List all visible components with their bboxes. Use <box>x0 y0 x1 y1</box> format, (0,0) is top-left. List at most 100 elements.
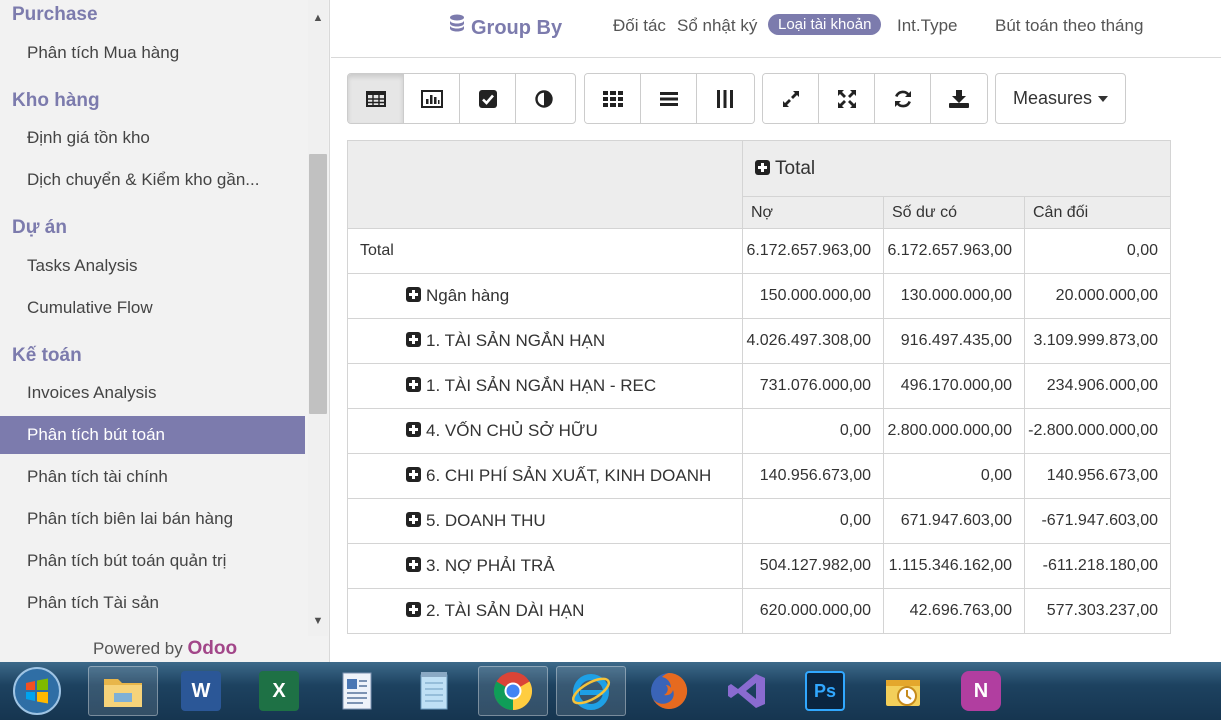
pivot-row: 6. CHI PHÍ SẢN XUẤT, KINH DOANH 140.956.… <box>347 453 1171 499</box>
pivot-cell: 3.109.999.873,00 <box>1024 318 1171 364</box>
pivot-cell: 731.076.000,00 <box>742 363 884 409</box>
chrome-icon <box>493 672 533 711</box>
taskbar-onenote[interactable]: N <box>946 666 1016 716</box>
groupby-title-label: Group By <box>471 17 563 39</box>
caret-down-icon <box>1098 95 1109 102</box>
groupby-option-but-toan-theo-thang[interactable]: Bút toán theo tháng <box>995 16 1143 36</box>
pivot-cell: 496.170.000,00 <box>883 363 1025 409</box>
columns-view-button[interactable] <box>697 74 753 123</box>
taskbar-word[interactable]: W <box>166 666 236 716</box>
sidebar-item-phan-tich-but-toan-quan-tri[interactable]: Phân tích bút toán quản trị <box>0 542 305 580</box>
visual-studio-icon <box>728 674 765 708</box>
sidebar-item-dich-chuyen-kiem-kho[interactable]: Dịch chuyển & Kiểm kho gần... <box>0 161 305 199</box>
pivot-row-header[interactable]: 1. TÀI SẢN NGẮN HẠN - REC <box>347 363 743 409</box>
groupby-option-int-type[interactable]: Int.Type <box>897 16 957 36</box>
pivot-col-header-so-du-co[interactable]: Số dư có <box>883 196 1025 229</box>
plus-square-icon[interactable] <box>406 557 421 572</box>
taskbar-excel[interactable]: X <box>244 666 314 716</box>
sidebar-item-tasks-analysis[interactable]: Tasks Analysis <box>0 247 305 285</box>
grid-view-button[interactable] <box>585 74 641 123</box>
measures-dropdown[interactable]: Measures <box>995 73 1126 124</box>
pivot-row-label: 5. DOANH THU <box>426 511 546 530</box>
plus-square-icon[interactable] <box>406 422 421 437</box>
sidebar-scrollbar-thumb[interactable] <box>309 154 327 414</box>
plus-square-icon[interactable] <box>406 332 421 347</box>
sidebar-item-phan-tich-but-toan[interactable]: Phân tích bút toán <box>0 416 305 454</box>
sidebar-section-kho-hang[interactable]: Kho hàng <box>12 90 100 112</box>
taskbar-photoshop[interactable]: Ps <box>790 666 860 716</box>
rows-view-button[interactable] <box>641 74 697 123</box>
bar-chart-button[interactable] <box>404 74 460 123</box>
plus-square-icon[interactable] <box>755 159 770 175</box>
plus-square-icon[interactable] <box>406 512 421 527</box>
fullscreen-button[interactable] <box>819 74 875 123</box>
pivot-col-header-can-doi[interactable]: Cân đối <box>1024 196 1171 229</box>
taskbar-internet-explorer[interactable] <box>556 666 626 716</box>
pivot-row-label: 1. TÀI SẢN NGẮN HẠN <box>426 331 606 350</box>
pivot-row-header[interactable]: 6. CHI PHÍ SẢN XUẤT, KINH DOANH <box>347 453 743 499</box>
pie-chart-button[interactable] <box>516 74 572 123</box>
check-square-icon <box>478 89 497 108</box>
sidebar-section-du-an[interactable]: Dự án <box>12 217 67 239</box>
taskbar-visual-studio[interactable] <box>712 666 782 716</box>
taskbar-file-explorer[interactable] <box>88 666 158 716</box>
pivot-row: 5. DOANH THU 0,00 671.947.603,00 -671.94… <box>347 498 1171 544</box>
expand-button[interactable] <box>763 74 819 123</box>
pivot-cell: 140.956.673,00 <box>742 453 884 499</box>
download-button[interactable] <box>931 74 987 123</box>
database-icon <box>449 14 465 40</box>
refresh-button[interactable] <box>875 74 931 123</box>
pivot-col-group-header[interactable]: Total <box>742 140 1171 197</box>
powered-by-text: Powered by <box>92 639 183 658</box>
taskbar-document[interactable] <box>322 666 392 716</box>
plus-square-icon[interactable] <box>406 377 421 392</box>
pivot-row: 1. TÀI SẢN NGẮN HẠN - REC 731.076.000,00… <box>347 363 1171 409</box>
start-button[interactable] <box>2 666 72 716</box>
pivot-row-header[interactable]: 5. DOANH THU <box>347 498 743 544</box>
document-icon <box>342 672 372 710</box>
plus-square-icon[interactable] <box>406 287 421 302</box>
layout-group <box>584 73 755 124</box>
pivot-row-header[interactable]: 4. VỐN CHỦ SỞ HỮU <box>347 408 743 454</box>
pivot-table: Total Nợ Số dư có Cân đối Total 6.172.65… <box>347 140 1171 634</box>
scroll-down-arrow-icon[interactable]: ▼ <box>310 613 326 629</box>
pivot-row-header[interactable]: 1. TÀI SẢN NGẮN HẠN <box>347 318 743 364</box>
pivot-row-header[interactable]: Ngân hàng <box>347 273 743 319</box>
scroll-up-arrow-icon[interactable]: ▲ <box>310 10 326 26</box>
odoo-logo[interactable]: Odoo <box>187 638 237 659</box>
pivot-cell: 671.947.603,00 <box>883 498 1025 544</box>
groupby-option-doi-tac[interactable]: Đối tác <box>613 16 666 36</box>
pivot-cell: 1.115.346.162,00 <box>883 543 1025 589</box>
pivot-cell: 620.000.000,00 <box>742 588 884 634</box>
sidebar-item-phan-tich-tai-chinh[interactable]: Phân tích tài chính <box>0 458 305 496</box>
groupby-option-so-nhat-ky[interactable]: Sổ nhật ký <box>677 16 757 36</box>
taskbar-outlook[interactable] <box>868 666 938 716</box>
pivot-cell: 6.172.657.963,00 <box>742 228 884 274</box>
pivot-row-header[interactable]: 3. NỢ PHẢI TRẢ <box>347 543 743 589</box>
windows-logo-icon <box>13 667 61 715</box>
pivot-row-header-total[interactable]: Total <box>347 228 743 274</box>
pivot-table-button[interactable] <box>348 74 404 123</box>
sidebar-item-phan-tich-bien-lai[interactable]: Phân tích biên lai bán hàng <box>0 500 305 538</box>
pivot-row-header[interactable]: 2. TÀI SẢN DÀI HẠN <box>347 588 743 634</box>
bars-icon <box>659 91 678 106</box>
pivot-cell: -611.218.180,00 <box>1024 543 1171 589</box>
taskbar-chrome[interactable] <box>478 666 548 716</box>
plus-square-icon[interactable] <box>406 602 421 617</box>
sidebar-item-dinh-gia-ton-kho[interactable]: Định giá tồn kho <box>0 119 305 157</box>
plus-square-icon[interactable] <box>406 467 421 482</box>
groupby-option-loai-tai-khoan[interactable]: Loại tài khoản <box>768 14 882 35</box>
checkbox-button[interactable] <box>460 74 516 123</box>
sidebar-item-phan-tich-mua-hang[interactable]: Phân tích Mua hàng <box>0 34 305 72</box>
pivot-col-header-no[interactable]: Nợ <box>742 196 884 229</box>
sidebar-item-invoices-analysis[interactable]: Invoices Analysis <box>0 374 305 412</box>
taskbar-firefox[interactable] <box>634 666 704 716</box>
pivot-cell: -671.947.603,00 <box>1024 498 1171 544</box>
sidebar-item-cumulative-flow[interactable]: Cumulative Flow <box>0 289 305 327</box>
photoshop-icon: Ps <box>805 671 845 711</box>
sidebar-section-ke-toan[interactable]: Kế toán <box>12 345 82 367</box>
pivot-cell: 0,00 <box>742 498 884 544</box>
taskbar-notepad[interactable] <box>400 666 470 716</box>
sidebar-section-purchase[interactable]: Purchase <box>12 4 98 26</box>
sidebar-item-phan-tich-tai-san[interactable]: Phân tích Tài sản <box>0 584 305 622</box>
